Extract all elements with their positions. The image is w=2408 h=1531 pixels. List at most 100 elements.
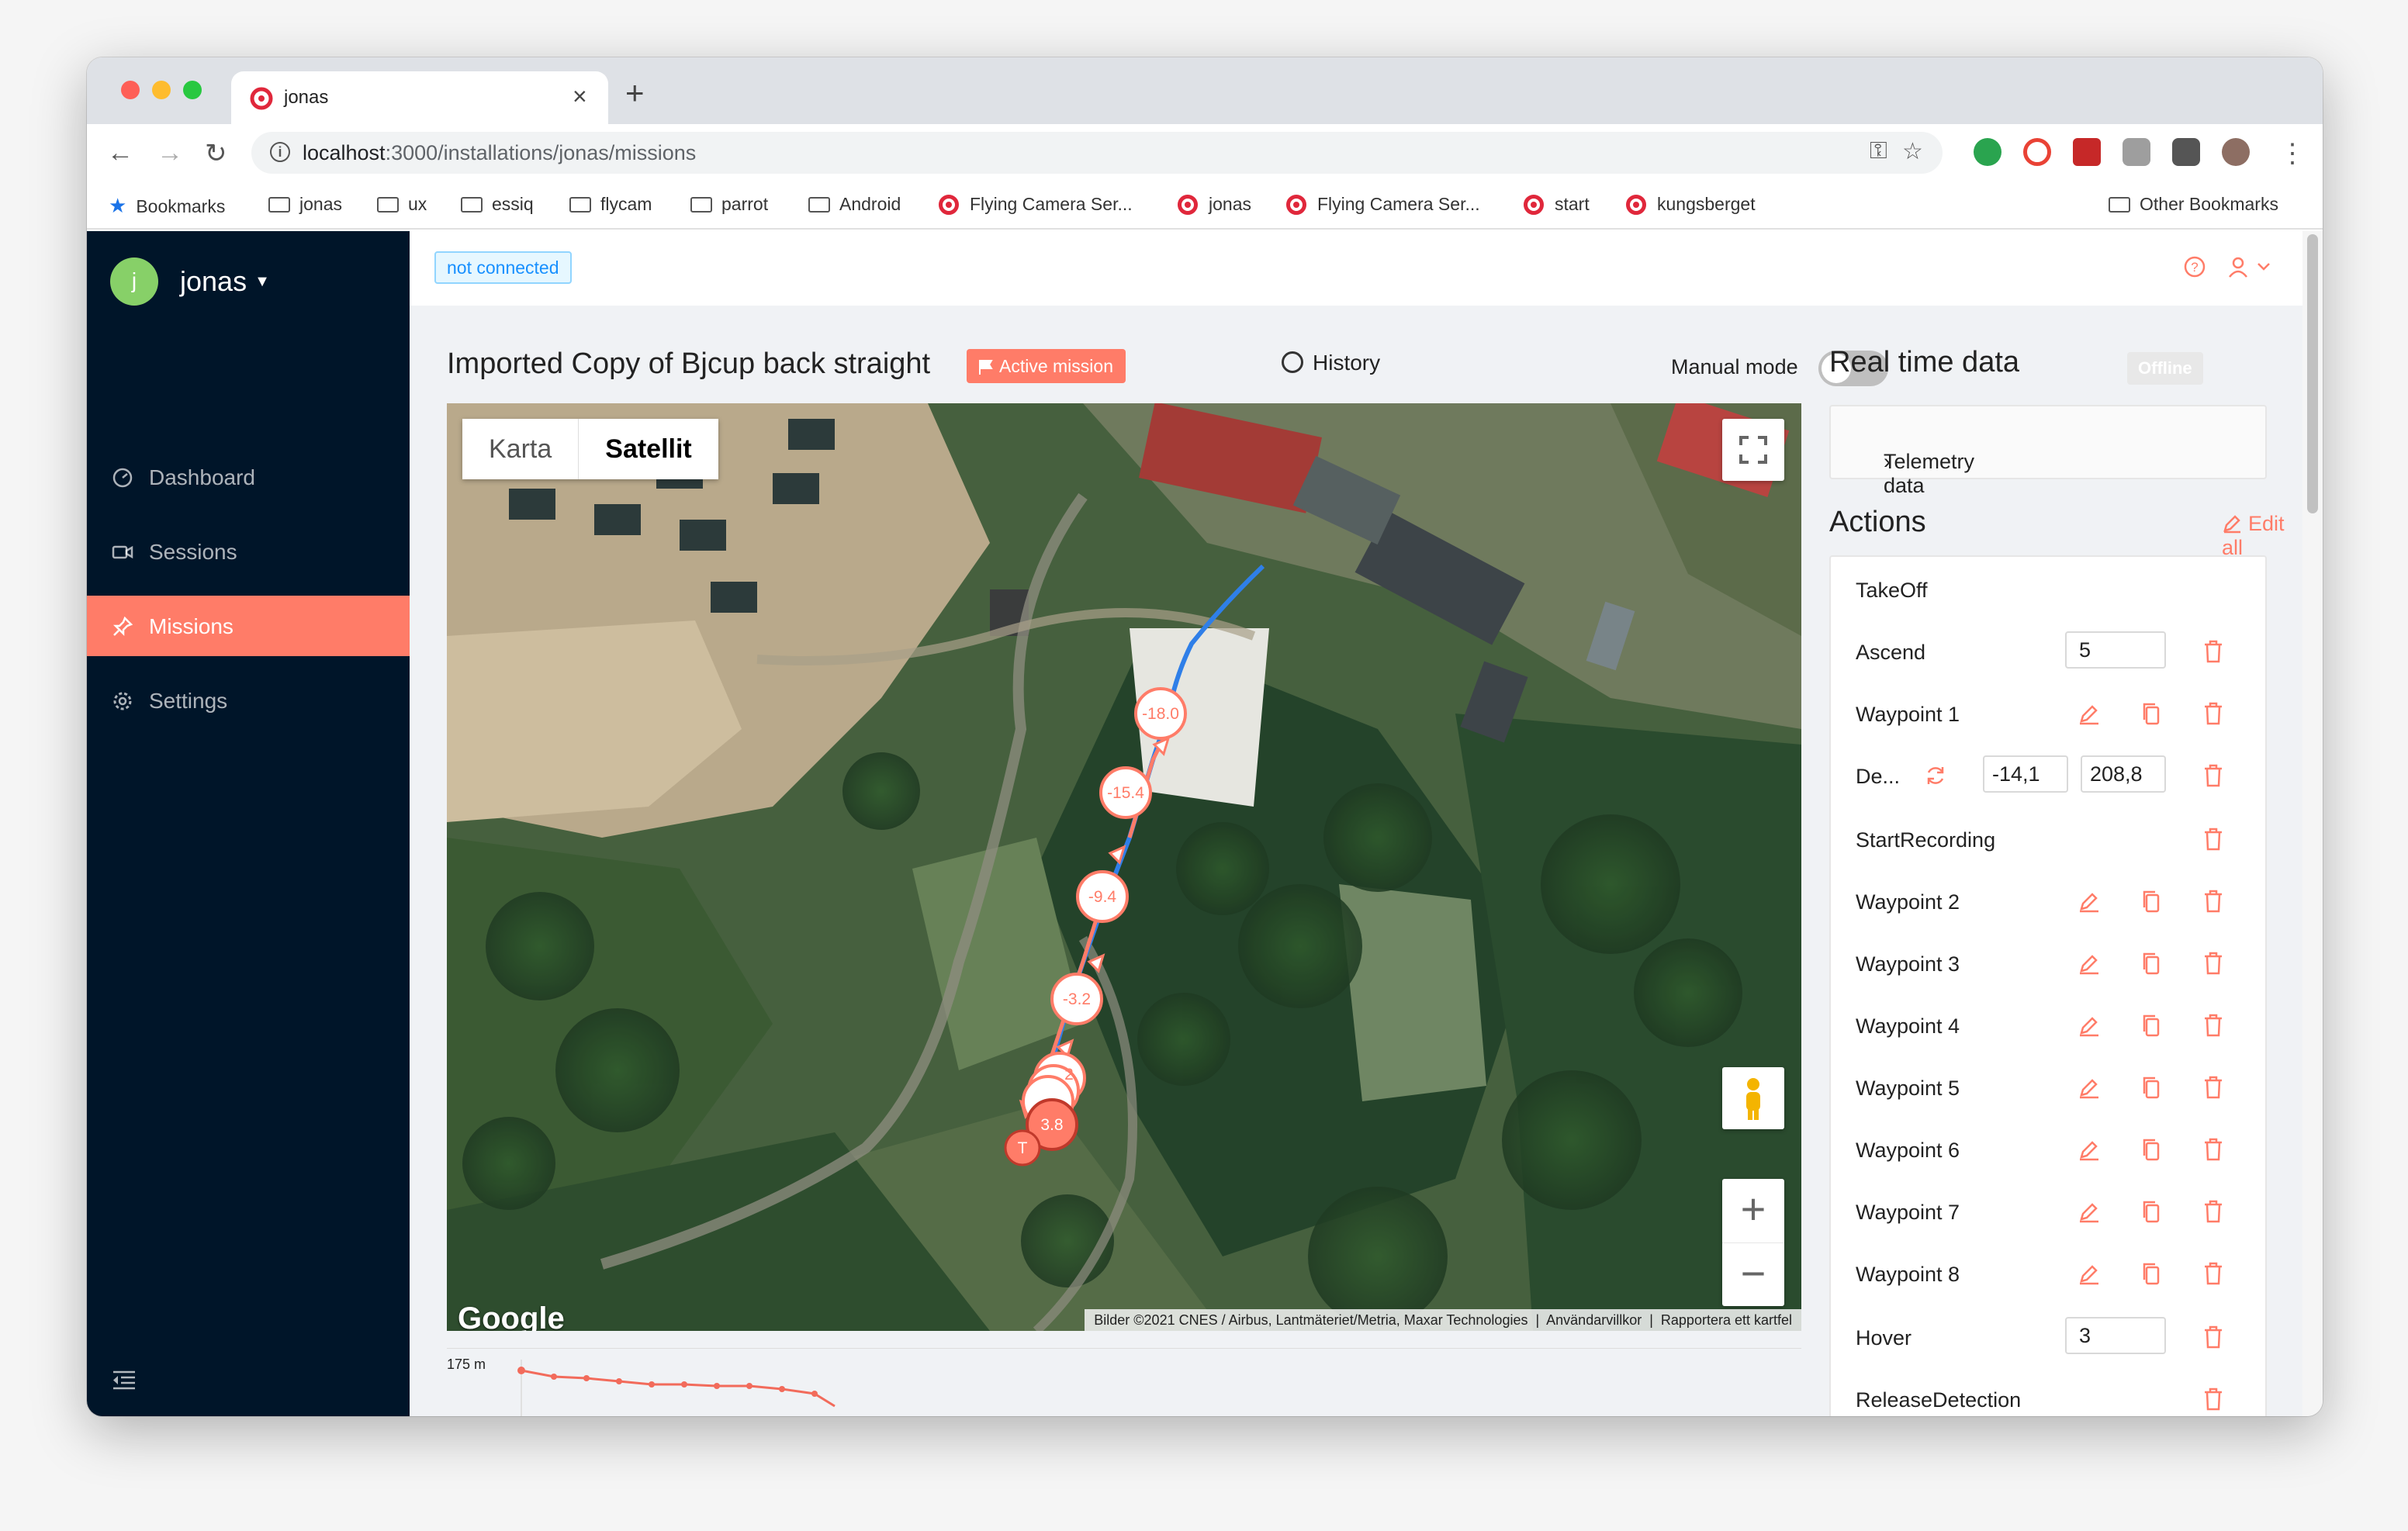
copy-icon[interactable]	[2140, 1199, 2163, 1224]
action-row-waypoint-7[interactable]: Waypoint 7	[1831, 1180, 2265, 1242]
delete-icon[interactable]	[2202, 639, 2225, 664]
back-arrow-icon[interactable]: ←	[107, 138, 133, 168]
delete-icon[interactable]	[2202, 1013, 2225, 1038]
bookmark-folder[interactable]: Android	[808, 194, 901, 215]
forward-arrow-icon[interactable]: →	[157, 138, 183, 168]
new-tab-button[interactable]: +	[625, 74, 645, 112]
bookmark-item[interactable]: jonas	[1178, 194, 1251, 215]
copy-icon[interactable]	[2140, 889, 2163, 914]
help-icon[interactable]: ?	[2183, 255, 2206, 278]
edit-icon[interactable]	[2078, 889, 2101, 914]
edit-icon[interactable]	[2078, 951, 2101, 976]
delete-icon[interactable]	[2202, 1137, 2225, 1162]
site-info-icon[interactable]: i	[270, 142, 290, 162]
delete-icon[interactable]	[2202, 951, 2225, 976]
action-row-waypoint-2[interactable]: Waypoint 2	[1831, 870, 2265, 932]
copy-icon[interactable]	[2140, 951, 2163, 976]
copy-icon[interactable]	[2140, 1075, 2163, 1100]
bookmark-star-icon[interactable]: ☆	[1902, 138, 1923, 165]
action-row-start-recording[interactable]: StartRecording	[1831, 808, 2265, 870]
bookmark-folder[interactable]: essiq	[461, 194, 534, 215]
url-text[interactable]: localhost:3000/installations/jonas/missi…	[303, 141, 696, 165]
edit-icon[interactable]	[2078, 701, 2101, 726]
delete-icon[interactable]	[2202, 701, 2225, 726]
fullscreen-button[interactable]	[1722, 419, 1784, 481]
action-row-waypoint-3[interactable]: Waypoint 3	[1831, 932, 2265, 994]
edit-icon[interactable]	[2078, 1199, 2101, 1224]
telemetry-collapse[interactable]: › Telemetry data	[1829, 405, 2267, 497]
red-extension-icon[interactable]	[2073, 138, 2101, 166]
edit-icon[interactable]	[2078, 1013, 2101, 1038]
delete-icon[interactable]	[2202, 1387, 2225, 1412]
action-row-takeoff[interactable]: TakeOff	[1831, 558, 2265, 620]
delete-icon[interactable]	[2202, 1325, 2225, 1350]
user-avatar[interactable]: j	[110, 257, 158, 306]
bookmark-item[interactable]: start	[1524, 194, 1590, 215]
action-row-waypoint-4[interactable]: Waypoint 4	[1831, 994, 2265, 1056]
copy-icon[interactable]	[2140, 1261, 2163, 1286]
bookmark-folder[interactable]: flycam	[569, 194, 652, 215]
delete-icon[interactable]	[2202, 1199, 2225, 1224]
user-icon[interactable]	[2226, 255, 2250, 278]
profile-avatar[interactable]	[2222, 138, 2250, 166]
copy-icon[interactable]	[2140, 1013, 2163, 1038]
bookmark-folder[interactable]: ux	[377, 194, 427, 215]
user-menu[interactable]: jonas ▼	[180, 265, 270, 298]
key-icon[interactable]: ⚿	[1870, 138, 1887, 164]
report-map-error-link[interactable]: Rapportera ett kartfel	[1661, 1312, 1792, 1328]
reload-icon[interactable]: ↻	[205, 138, 227, 169]
action-row-delay[interactable]: De... -14,1 208,8	[1831, 745, 2265, 807]
browser-tab[interactable]: jonas ×	[231, 71, 608, 124]
zoom-in-button[interactable]: +	[1722, 1179, 1784, 1241]
scrollbar-thumb[interactable]	[2307, 234, 2318, 513]
delay-value-input[interactable]: -14,1	[1983, 755, 2068, 793]
street-view-button[interactable]	[1722, 1067, 1784, 1129]
terms-link[interactable]: Användarvillkor	[1546, 1312, 1642, 1328]
bookmark-item[interactable]: Flying Camera Ser...	[939, 194, 1133, 215]
bookmark-item[interactable]: ★ Bookmarks	[109, 194, 225, 218]
edit-icon[interactable]	[2078, 1261, 2101, 1286]
action-row-waypoint-6[interactable]: Waypoint 6	[1831, 1118, 2265, 1180]
page-scrollbar[interactable]	[2302, 231, 2323, 1416]
collapse-menu-icon[interactable]	[112, 1370, 137, 1390]
close-window-button[interactable]	[121, 81, 140, 99]
action-row-release-detection[interactable]: ReleaseDetection	[1831, 1368, 2265, 1416]
edit-icon[interactable]	[2078, 1137, 2101, 1162]
color-extension-icon[interactable]	[2023, 138, 2051, 166]
delete-icon[interactable]	[2202, 1261, 2225, 1286]
address-bar[interactable]: i localhost:3000/installations/jonas/mis…	[251, 132, 1943, 174]
copy-icon[interactable]	[2140, 701, 2163, 726]
bookmark-item[interactable]: kungsberget	[1626, 194, 1756, 215]
zoom-window-button[interactable]	[183, 81, 202, 99]
sidebar-item-sessions[interactable]: Sessions	[87, 521, 410, 582]
delete-icon[interactable]	[2202, 763, 2225, 788]
mission-map[interactable]: -18.0 -15.4 -9.4 -3.2 2 3.8 T Karta Sate…	[447, 403, 1801, 1331]
ascend-value-input[interactable]: 5	[2065, 631, 2166, 669]
history-button[interactable]: History	[1282, 351, 1380, 375]
evernote-extension-icon[interactable]	[1974, 138, 2001, 166]
sidebar-item-settings[interactable]: Settings	[87, 670, 410, 731]
action-row-hover[interactable]: Hover 3	[1831, 1306, 2265, 1368]
other-bookmarks[interactable]: Other Bookmarks	[2109, 194, 2278, 215]
close-tab-icon[interactable]: ×	[573, 82, 587, 111]
action-row-waypoint-1[interactable]: Waypoint 1	[1831, 683, 2265, 745]
delay-value-input-2[interactable]: 208,8	[2081, 755, 2166, 793]
camera-extension-icon[interactable]	[2123, 138, 2150, 166]
minimize-window-button[interactable]	[152, 81, 171, 99]
bookmark-item[interactable]: Flying Camera Ser...	[1286, 194, 1480, 215]
bookmark-folder[interactable]: parrot	[690, 194, 768, 215]
hover-value-input[interactable]: 3	[2065, 1317, 2166, 1354]
action-row-waypoint-8[interactable]: Waypoint 8	[1831, 1242, 2265, 1305]
puzzle-extension-icon[interactable]	[2172, 138, 2200, 166]
edit-icon[interactable]	[2078, 1075, 2101, 1100]
action-row-waypoint-5[interactable]: Waypoint 5	[1831, 1056, 2265, 1118]
map-type-karta[interactable]: Karta	[462, 419, 578, 479]
zoom-out-button[interactable]: −	[1722, 1242, 1784, 1305]
edit-all-button[interactable]: Edit all	[2222, 512, 2302, 560]
browser-menu-icon[interactable]: ⋮	[2279, 138, 2306, 169]
copy-icon[interactable]	[2140, 1137, 2163, 1162]
chevron-down-icon[interactable]	[2256, 259, 2271, 275]
delete-icon[interactable]	[2202, 827, 2225, 852]
delete-icon[interactable]	[2202, 889, 2225, 914]
sidebar-item-dashboard[interactable]: Dashboard	[87, 447, 410, 507]
